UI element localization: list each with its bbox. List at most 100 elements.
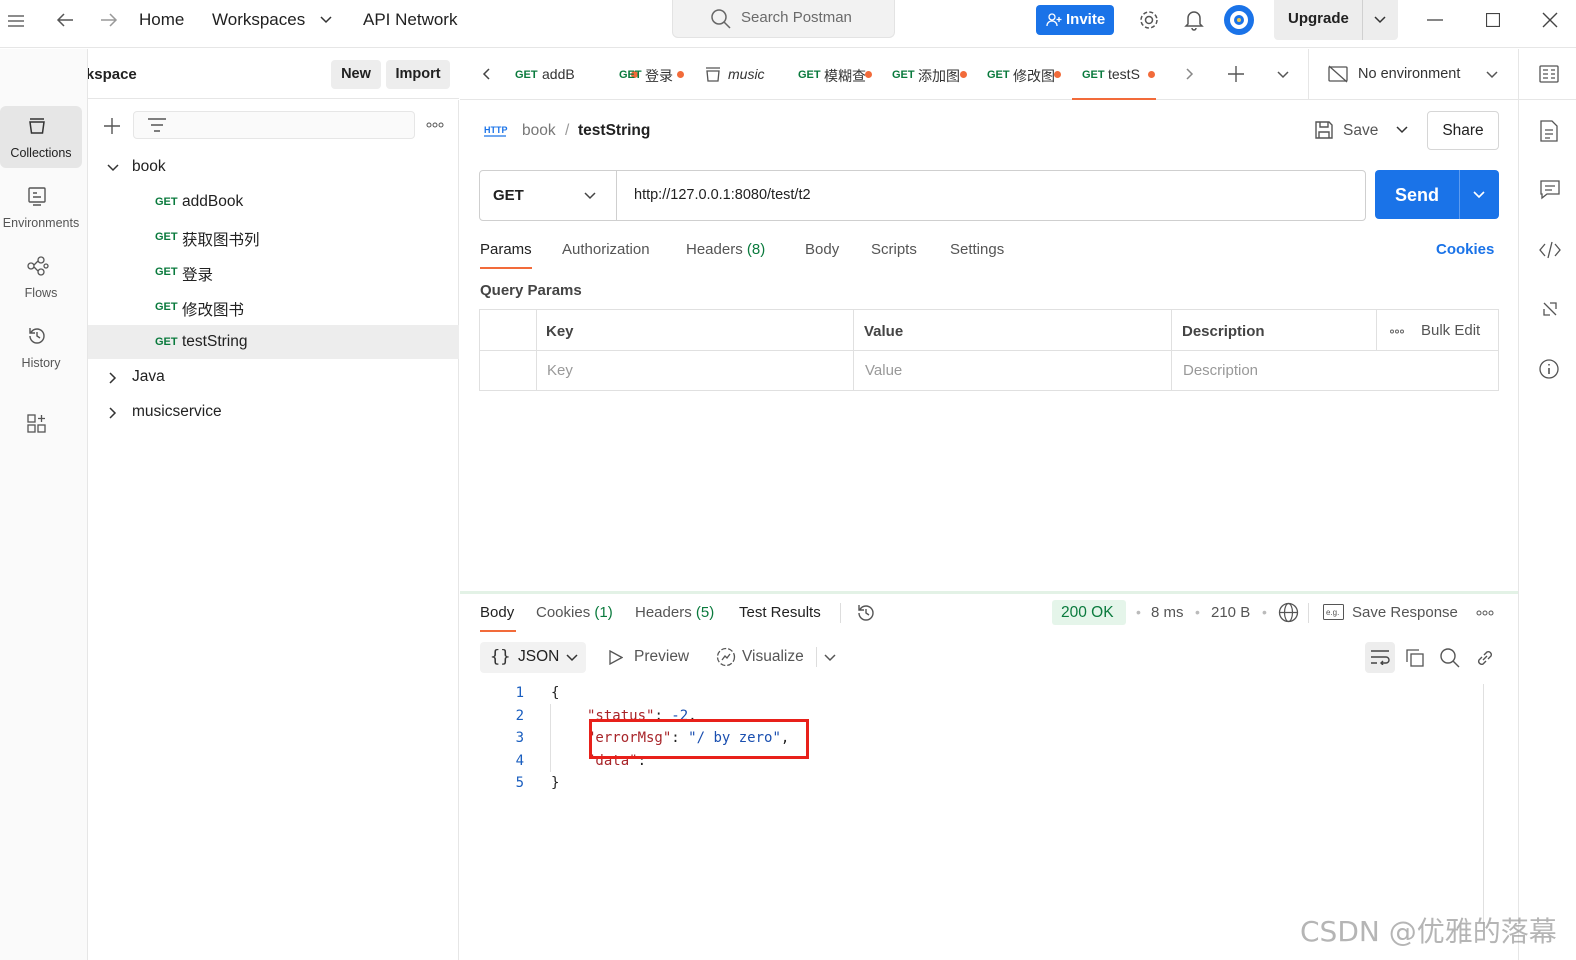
request-tab[interactable]: GET 模糊查 xyxy=(790,49,882,100)
chevron-left-icon[interactable] xyxy=(482,68,490,80)
api-network-link[interactable]: API Network xyxy=(363,10,457,30)
request-tab[interactable]: GET 修改图 xyxy=(978,49,1070,100)
save-button[interactable]: Save xyxy=(1343,122,1378,140)
back-arrow-icon[interactable] xyxy=(56,12,74,28)
tree-request[interactable]: GET 修改图书 xyxy=(88,290,459,324)
response-time[interactable]: 8 ms xyxy=(1151,604,1184,621)
format-select[interactable]: {} JSON xyxy=(480,642,586,673)
code-icon[interactable] xyxy=(1539,241,1561,259)
visualize-button[interactable]: Visualize xyxy=(742,648,804,666)
collection-name: musicservice xyxy=(132,403,222,420)
resp-tab-cookies[interactable]: Cookies (1) xyxy=(536,604,613,621)
more-options-icon[interactable] xyxy=(1390,329,1404,334)
status-badge[interactable]: 200 OK xyxy=(1052,600,1126,625)
bulk-edit-button[interactable]: Bulk Edit xyxy=(1421,322,1480,339)
braces-icon: {} xyxy=(490,647,511,667)
response-resize-handle[interactable] xyxy=(460,591,1518,594)
import-button[interactable]: Import xyxy=(386,60,450,89)
description-input[interactable]: Description xyxy=(1183,362,1258,379)
forward-arrow-icon[interactable] xyxy=(100,12,118,28)
gear-icon[interactable] xyxy=(1138,9,1160,31)
tab-headers[interactable]: Headers (8) xyxy=(686,241,765,258)
menu-icon[interactable] xyxy=(8,14,24,28)
comments-icon[interactable] xyxy=(1540,180,1560,200)
copy-icon[interactable] xyxy=(1406,649,1424,667)
minimize-icon[interactable] xyxy=(1427,19,1443,21)
request-tab[interactable]: GET 登录 xyxy=(602,49,694,100)
rail-collections[interactable]: Collections xyxy=(0,106,82,168)
filter-input[interactable] xyxy=(133,111,415,139)
share-button[interactable]: Share xyxy=(1427,111,1499,150)
wrap-lines-button[interactable] xyxy=(1365,642,1395,673)
new-tab-icon[interactable] xyxy=(1228,66,1244,82)
bell-icon[interactable] xyxy=(1184,9,1204,31)
tree-collection-musicservice[interactable]: musicservice xyxy=(88,395,459,429)
search-icon[interactable] xyxy=(1440,648,1460,668)
tree-request[interactable]: GET addBook xyxy=(88,185,459,219)
request-name: 修改图书 xyxy=(182,302,245,319)
environment-quick-look-icon[interactable] xyxy=(1539,65,1559,83)
chevron-down-icon[interactable] xyxy=(1277,71,1289,79)
save-icon[interactable] xyxy=(1314,120,1334,140)
request-tab-active[interactable]: GET testS xyxy=(1072,49,1156,100)
invite-button[interactable]: Invite xyxy=(1036,5,1114,35)
resp-tab-test-results[interactable]: Test Results xyxy=(739,604,821,621)
method-select[interactable]: GET xyxy=(480,171,617,220)
tab-body[interactable]: Body xyxy=(805,241,839,258)
documentation-icon[interactable] xyxy=(1540,120,1558,142)
environment-selector[interactable]: No environment xyxy=(1310,49,1510,100)
request-tab[interactable]: GET addB xyxy=(510,49,638,100)
rail-history[interactable]: History xyxy=(0,316,82,378)
related-collections-icon[interactable] xyxy=(1541,300,1559,318)
chevron-right-icon[interactable] xyxy=(1186,68,1194,80)
breadcrumb-collection[interactable]: book xyxy=(522,122,556,140)
avatar[interactable] xyxy=(1223,4,1255,36)
preview-button[interactable]: Preview xyxy=(634,648,689,666)
globe-icon[interactable] xyxy=(1278,602,1299,623)
upgrade-button[interactable]: Upgrade xyxy=(1274,0,1398,40)
request-tab[interactable]: music xyxy=(696,49,788,100)
value-input[interactable]: Value xyxy=(865,362,902,379)
search-bar[interactable]: Search Postman xyxy=(672,0,895,38)
home-link[interactable]: Home xyxy=(139,10,184,30)
resp-tab-headers[interactable]: Headers (5) xyxy=(635,604,714,621)
close-icon[interactable] xyxy=(1542,12,1558,28)
add-icon[interactable] xyxy=(104,118,120,134)
tree-request[interactable]: GET 登录 xyxy=(88,255,459,289)
method-badge: GET xyxy=(155,196,178,208)
send-button[interactable]: Send xyxy=(1375,170,1499,219)
tree-folder-book[interactable]: book xyxy=(88,150,459,184)
cookies-link[interactable]: Cookies xyxy=(1436,241,1494,258)
maximize-icon[interactable] xyxy=(1486,13,1500,27)
resp-tab-body[interactable]: Body xyxy=(480,604,514,621)
chevron-down-icon[interactable] xyxy=(1396,126,1408,134)
workspaces-menu[interactable]: Workspaces xyxy=(212,10,305,30)
add-app-icon[interactable] xyxy=(27,414,47,434)
tab-scripts[interactable]: Scripts xyxy=(871,241,917,258)
new-button[interactable]: New xyxy=(331,60,381,89)
link-icon[interactable] xyxy=(1475,648,1495,668)
tree-request[interactable]: GET 获取图书列 xyxy=(88,220,459,254)
tab-authorization[interactable]: Authorization xyxy=(562,241,650,258)
rail-environments[interactable]: Environments xyxy=(0,176,82,238)
tree-request-selected[interactable]: GET testString xyxy=(88,325,459,359)
tree-collection-java[interactable]: Java xyxy=(88,360,459,394)
url-input[interactable]: http://127.0.0.1:8080/test/t2 xyxy=(634,187,811,203)
rail-flows[interactable]: Flows xyxy=(0,246,82,308)
editor-scrollbar[interactable] xyxy=(1483,684,1484,924)
chevron-down-icon xyxy=(584,192,596,200)
more-options-icon[interactable] xyxy=(1476,610,1494,616)
key-input[interactable]: Key xyxy=(547,362,573,379)
response-size[interactable]: 210 B xyxy=(1211,604,1250,621)
chevron-down-icon[interactable] xyxy=(1473,191,1485,199)
save-response-button[interactable]: Save Response xyxy=(1352,604,1458,621)
request-title[interactable]: testString xyxy=(578,122,650,140)
chevron-down-icon[interactable] xyxy=(1374,16,1386,24)
history-icon[interactable] xyxy=(856,603,876,623)
info-icon[interactable] xyxy=(1539,359,1559,379)
more-options-icon[interactable] xyxy=(426,122,444,128)
tab-settings[interactable]: Settings xyxy=(950,241,1004,258)
request-tab[interactable]: GET 添加图 xyxy=(884,49,976,100)
chevron-down-icon[interactable] xyxy=(824,654,836,662)
tab-params[interactable]: Params xyxy=(480,241,532,258)
